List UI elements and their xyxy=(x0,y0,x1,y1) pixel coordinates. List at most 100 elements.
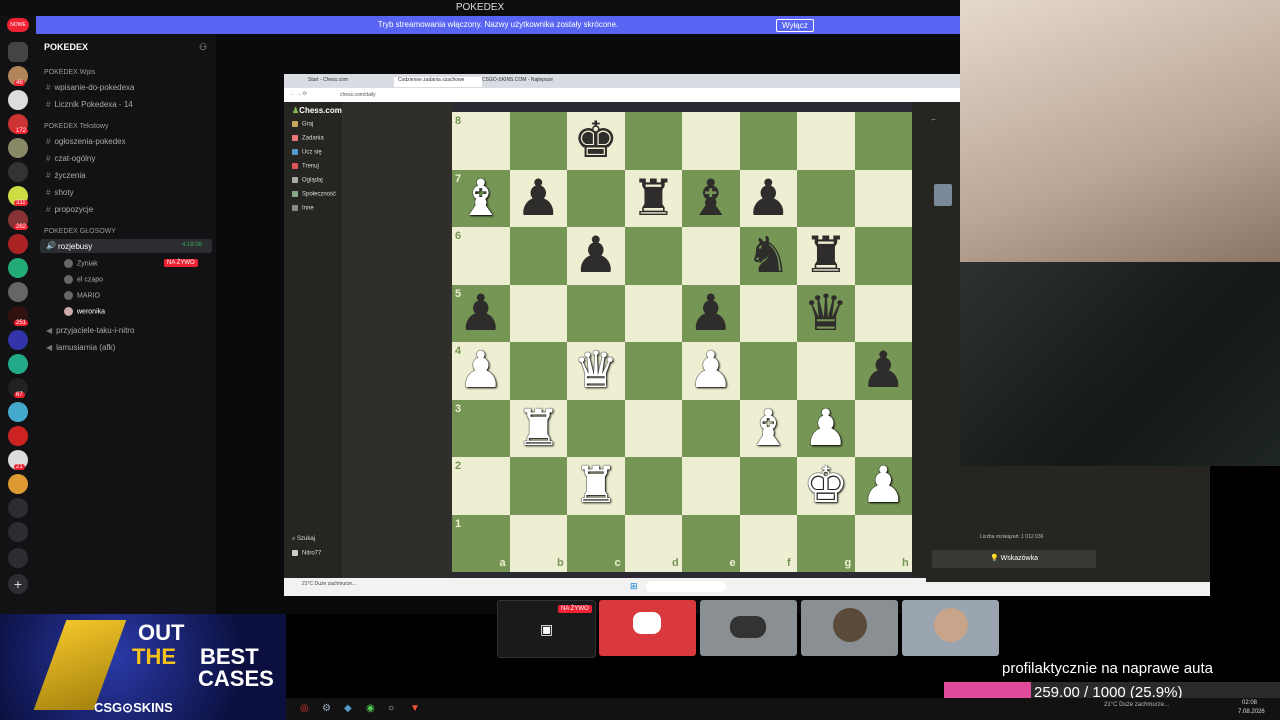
nav-user[interactable]: Nitro77 xyxy=(292,550,321,557)
server-icon[interactable] xyxy=(8,162,28,182)
board-square-d5[interactable] xyxy=(624,284,682,342)
server-icon[interactable] xyxy=(8,258,28,278)
board-square-b8[interactable] xyxy=(509,112,567,170)
channel-item[interactable]: # czat-ogólny xyxy=(46,154,95,163)
server-icon[interactable] xyxy=(8,354,28,374)
voice-channel-active[interactable]: 🔊 rozjebusy 4:18:08 xyxy=(40,239,212,253)
chess-piece-a5[interactable]: ♟ xyxy=(452,284,510,343)
board-square-h5[interactable] xyxy=(854,284,912,342)
server-icon[interactable] xyxy=(8,548,28,568)
channel-item[interactable]: # shoty xyxy=(46,188,74,197)
brave-icon[interactable]: ▼ xyxy=(410,703,420,714)
browser-tab[interactable]: Start - Chess.com xyxy=(308,77,348,87)
chess-piece-g6[interactable]: ♜ xyxy=(797,227,855,285)
chess-piece-h4[interactable]: ♟ xyxy=(855,342,913,400)
board-square-f2[interactable] xyxy=(739,457,797,515)
category-header[interactable]: POKEDEX Tekstowy xyxy=(44,123,108,130)
channel-item[interactable]: # Licznik Pokedexa - 14 xyxy=(46,100,133,109)
chess-piece-g2[interactable]: ♚ xyxy=(797,457,855,515)
server-icon[interactable] xyxy=(8,426,28,446)
server-icon[interactable] xyxy=(8,42,28,62)
server-icon[interactable] xyxy=(8,474,28,494)
board-square-b4[interactable] xyxy=(509,342,567,400)
voice-user[interactable]: MARIO xyxy=(64,291,100,300)
browser-tab[interactable]: CSGO-SKINS.COM - Najlepsze xyxy=(482,77,553,87)
server-icon[interactable] xyxy=(8,90,28,110)
chess-piece-b7[interactable]: ♟ xyxy=(510,169,568,228)
nav-item-more[interactable]: Inne xyxy=(292,205,314,212)
participant-tile-screen[interactable]: NA ŻYWO ▣ xyxy=(497,600,596,658)
chess-piece-c4[interactable]: ♛ xyxy=(567,342,625,400)
app-icon[interactable]: ◆ xyxy=(344,703,352,714)
voice-channel-item[interactable]: ◀ lamusiarnia (afk) xyxy=(46,343,115,352)
browser-tab-active[interactable]: Codzienne zadania szachowe xyxy=(394,77,482,87)
server-icon[interactable] xyxy=(8,498,28,518)
hint-button[interactable]: 💡 Wskazówka xyxy=(932,550,1096,568)
board-square-h7[interactable] xyxy=(854,169,912,227)
channel-item[interactable]: # wpisanie-do-pokedexa xyxy=(46,83,135,92)
voice-user[interactable]: Zyniak xyxy=(64,259,98,268)
chess-logo[interactable]: ♟Chess.com xyxy=(292,106,342,115)
board-square-d3[interactable] xyxy=(624,399,682,457)
chess-piece-a4[interactable]: ♟ xyxy=(452,342,510,400)
chess-piece-e5[interactable]: ♟ xyxy=(682,284,740,343)
voice-user[interactable]: weronika xyxy=(64,307,105,316)
board-square-h6[interactable] xyxy=(854,227,912,285)
new-badge[interactable]: NOWE xyxy=(7,18,29,32)
nav-item-watch[interactable]: Oglądaj xyxy=(292,177,323,184)
board-square-d6[interactable] xyxy=(624,227,682,285)
nav-search[interactable]: ⌕ Szukaj xyxy=(292,536,315,543)
board-square-f4[interactable] xyxy=(739,342,797,400)
nav-item-train[interactable]: Trenuj xyxy=(292,163,319,170)
board-square-d2[interactable] xyxy=(624,457,682,515)
channel-item[interactable]: # ogłoszenia-pokedex xyxy=(46,137,126,146)
server-icon[interactable] xyxy=(8,330,28,350)
back-arrow-icon[interactable]: ← xyxy=(930,114,938,123)
chess-piece-a7[interactable]: ♝ xyxy=(452,169,510,228)
server-icon[interactable] xyxy=(8,138,28,158)
chess-piece-e7[interactable]: ♝ xyxy=(682,169,740,228)
chess-piece-c8[interactable]: ♚ xyxy=(567,112,625,170)
chess-piece-c6[interactable]: ♟ xyxy=(567,227,625,285)
participant-tile-avatar[interactable] xyxy=(902,600,999,656)
channel-item[interactable]: # propozycje xyxy=(46,205,93,214)
steam-icon[interactable]: ⚙ xyxy=(322,703,331,714)
board-square-f8[interactable] xyxy=(739,112,797,170)
chess-piece-g3[interactable]: ♟ xyxy=(797,399,855,458)
participant-tile-avatar[interactable] xyxy=(801,600,898,656)
category-header[interactable]: POKEDEX GŁOSOWY xyxy=(44,228,116,235)
board-square-f5[interactable] xyxy=(739,284,797,342)
board-square-e3[interactable] xyxy=(682,399,740,457)
chess-piece-d7[interactable]: ♜ xyxy=(625,169,683,228)
server-icon[interactable] xyxy=(8,282,28,302)
board-square-e8[interactable] xyxy=(682,112,740,170)
chess-piece-g5[interactable]: ♛ xyxy=(797,284,855,343)
category-header[interactable]: POKEDEX Wpis xyxy=(44,69,95,76)
nav-item-community[interactable]: Społeczność xyxy=(292,191,336,198)
voice-user[interactable]: el czapo xyxy=(64,275,103,284)
channel-item[interactable]: # życzenia xyxy=(46,171,86,180)
participant-tile-discord[interactable] xyxy=(599,600,696,656)
chess-board[interactable]: 8 7 6 5 4 3 2 1 a b c d e f g h ♚ ♝ ♟ ♜ ♝ ♟ ♟ ♞ ♜ ♟ ♟ ♛ ♟ ♛ ♟ ♟ ♜ ♝ ♟ ♜ ♚ ♟ xyxy=(452,112,912,572)
board-square-g7[interactable] xyxy=(797,169,855,227)
participant-tile-avatar[interactable] xyxy=(700,600,797,656)
windows-start-icon[interactable]: ⊞ xyxy=(630,581,638,592)
board-square-e2[interactable] xyxy=(682,457,740,515)
chess-piece-b3[interactable]: ♜ xyxy=(510,399,568,458)
board-square-e6[interactable] xyxy=(682,227,740,285)
chess-piece-f7[interactable]: ♟ xyxy=(740,169,798,228)
board-square-d8[interactable] xyxy=(624,112,682,170)
board-square-h8[interactable] xyxy=(854,112,912,170)
voice-channel-item[interactable]: ◀ przyjaciele-taku-i-nitro xyxy=(46,326,134,335)
address-bar[interactable]: ← → ⟳ chess.com/daily xyxy=(284,88,960,102)
nav-arrows-icon[interactable]: ← → ⟳ xyxy=(290,91,307,97)
server-icon[interactable] xyxy=(8,402,28,422)
board-square-c7[interactable] xyxy=(567,169,625,227)
chess-piece-e4[interactable]: ♟ xyxy=(682,342,740,400)
chess-piece-h2[interactable]: ♟ xyxy=(855,457,913,515)
nav-item-puzzles[interactable]: Zadania xyxy=(292,135,324,142)
board-square-b5[interactable] xyxy=(509,284,567,342)
add-server-icon[interactable]: + xyxy=(8,574,28,594)
opera-icon[interactable]: ◎ xyxy=(300,703,309,714)
board-square-d4[interactable] xyxy=(624,342,682,400)
